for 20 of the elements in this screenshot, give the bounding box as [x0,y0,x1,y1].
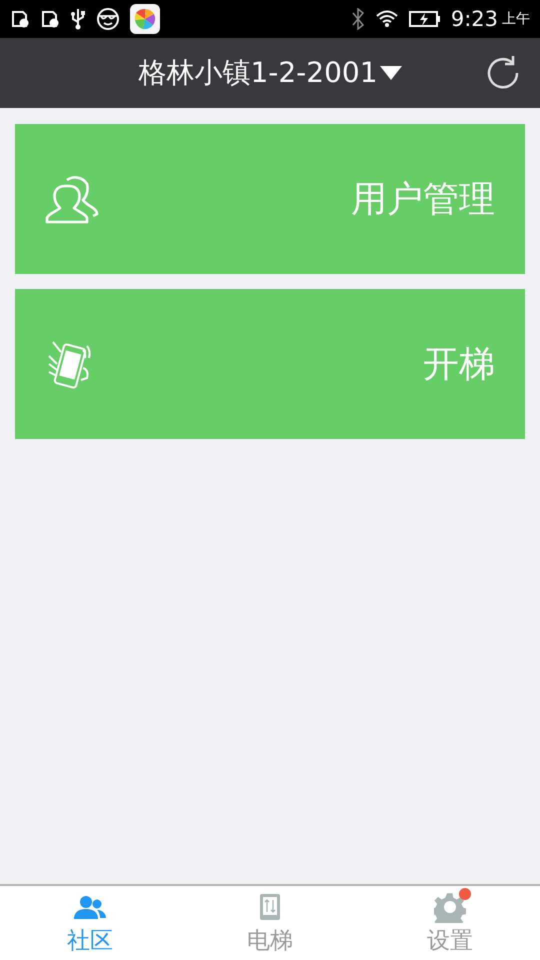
nav-tab[interactable]: 设置 [360,886,540,960]
app-icon [130,4,160,34]
clock-period: 上午 [502,10,530,28]
nav-tab[interactable]: 社区 [0,886,180,960]
gear-icon [434,890,466,922]
usb-icon [70,8,86,30]
battery-charging-icon [408,10,441,28]
elevator-icon [259,892,281,920]
nav-tab[interactable]: 电梯 [180,886,360,960]
people-icon [73,894,107,920]
community-selector[interactable]: 格林小镇1-2-2001 [138,54,402,92]
sunglasses-face-icon [96,7,120,31]
wifi-icon [374,9,399,29]
menu-tile[interactable]: 开梯 [15,289,525,439]
menu-tile[interactable]: 用户管理 [15,124,525,274]
clock-time: 9:23 [450,7,498,31]
sd-card-icon [40,10,60,28]
sd-card-icon [10,10,30,28]
bluetooth-off-icon [350,8,365,30]
caret-icon [380,65,402,81]
